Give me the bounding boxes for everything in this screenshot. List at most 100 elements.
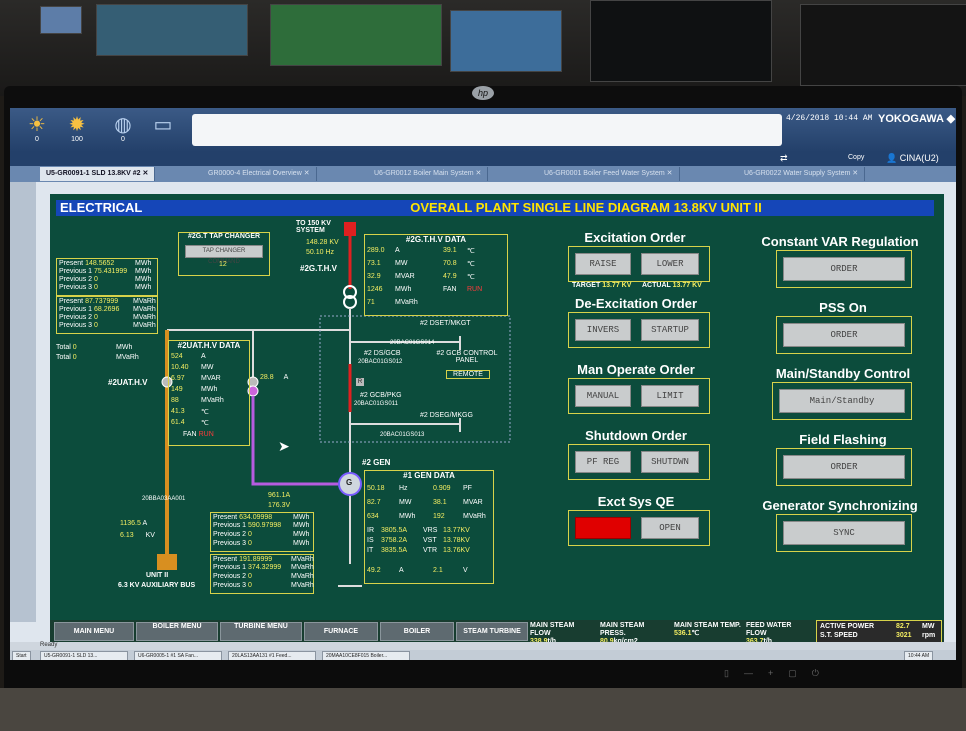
gen-energy-label: Previous 3	[213, 582, 247, 589]
status-line: Ready	[10, 642, 956, 650]
energy-value: 0	[94, 322, 98, 329]
gen-energy-unit: MWh	[293, 540, 310, 547]
gthv-value: 1246	[367, 286, 383, 293]
message-box[interactable]	[192, 114, 782, 146]
energy-label: Previous 1	[59, 268, 93, 275]
gen-energy-label: Previous 3	[213, 540, 247, 547]
uathv-unit: MW	[201, 364, 214, 371]
system-kv-unit: KV	[329, 239, 339, 246]
energy-row: Previous 1 75.431999 MWh	[59, 268, 151, 275]
sync-button[interactable]: SYNC	[783, 521, 905, 545]
main-standby-button[interactable]: Main/Standby	[779, 389, 905, 413]
energy-unit: MVaRh	[133, 298, 156, 305]
turbine-menu-button[interactable]: TURBINE MENU	[220, 622, 302, 641]
furnace-button[interactable]: FURNACE	[304, 622, 378, 641]
excitation-order-panel: RAISE LOWER	[568, 246, 710, 282]
steam-turbine-button[interactable]: STEAM TURBINE	[456, 622, 528, 641]
close-alarm-button[interactable]	[575, 517, 631, 539]
boiler-button[interactable]: BOILER	[380, 622, 454, 641]
main-menu-button[interactable]: MAIN MENU	[54, 622, 134, 641]
field-flashing-order-button[interactable]: ORDER	[783, 455, 905, 479]
total-label: Total	[56, 344, 71, 351]
tab-boiler-feed-water[interactable]: U6-GR0001 Boiler Feed Water System ✕	[538, 167, 680, 181]
startup-button[interactable]: STARTUP	[641, 319, 699, 341]
gen-phase-label: VST	[423, 537, 437, 544]
total-label: Total	[56, 354, 71, 361]
taskbar-item[interactable]: 20LAS13AA131 #1 Feed...	[228, 651, 316, 660]
invers-button[interactable]: INVERS	[575, 319, 631, 341]
tab-sld[interactable]: U5-GR0091-1 SLD 13.8KV #2 ✕	[40, 167, 156, 181]
gen-energy-row: Present 191.89999 MVaRh	[213, 556, 314, 563]
monitor-buttons-icon[interactable]: ▯ — + ▢ ⏻	[724, 668, 819, 679]
message-icon[interactable]: ▭	[148, 114, 178, 144]
main-steam-temp: MAIN STEAM TEMP. 536.1℃	[674, 622, 742, 639]
boiler-menu-button[interactable]: BOILER MENU	[136, 622, 218, 641]
tap-changer-command-button[interactable]: TAP CHANGER COMMAND	[185, 245, 263, 265]
gen-data-unit: MWh	[399, 513, 416, 520]
gen-mvarh-panel: Present 191.89999 MVaRh Previous 1 374.32…	[210, 554, 314, 594]
energy-unit: MVaRh	[133, 306, 156, 313]
gen-data-value: 2.1	[433, 567, 443, 574]
exct-sys-qe-panel: OPEN	[568, 510, 710, 546]
manual-button[interactable]: MANUAL	[575, 385, 631, 407]
energy-unit: MWh	[135, 284, 152, 291]
energy-mwh-panel: Present 148.5652 MWh Previous 1 75.431999…	[56, 258, 158, 296]
user-label[interactable]: 👤 CINA(U2)	[886, 153, 939, 164]
raise-button[interactable]: RAISE	[575, 253, 631, 275]
gen-energy-value: 0	[248, 540, 252, 547]
taskbar-item[interactable]: U6-GR0005-1 #1 SA Fan...	[134, 651, 222, 660]
gthv-row: 32.9 MVAR 47.9 ℃	[367, 273, 475, 281]
energy-row: Previous 3 0 MVaRh	[59, 322, 156, 329]
gen-energy-unit: MVaRh	[291, 564, 314, 571]
gen-data-row: 82.7 MW 38.1 MVAR	[367, 499, 483, 506]
gthv-value: 39.1	[443, 247, 457, 254]
pf-reg-button[interactable]: PF REG	[575, 451, 631, 473]
taskbar-item[interactable]: U5-GR0091-1 SLD 13...	[40, 651, 128, 660]
gthv-unit: ℃	[467, 248, 475, 255]
tab-electrical-overview[interactable]: GR0000-4 Electrical Overview ✕	[202, 167, 317, 181]
alarm-sun-icon[interactable]: ✹ 100	[62, 114, 92, 144]
energy-value: 68.2696	[94, 306, 120, 313]
energy-label: Present	[59, 260, 84, 267]
aux-current: 28.8 A	[260, 374, 288, 381]
taskbar-item[interactable]: 20MAA10CE8F015 Boiler...	[322, 651, 410, 660]
alarm-sun-icon[interactable]: ☀ 0	[22, 114, 52, 144]
energy-value: 0	[94, 284, 98, 291]
constant-var-order-button[interactable]: ORDER	[783, 257, 905, 281]
start-button[interactable]: Start	[12, 651, 31, 660]
uathv-fan-label: FAN	[183, 431, 197, 438]
gen-phase-label: IS	[367, 537, 374, 544]
limit-button[interactable]: LIMIT	[641, 385, 699, 407]
speed-unit: rpm	[922, 632, 936, 639]
copy-button[interactable]: Copy	[848, 154, 864, 161]
energy-unit: MVaRh	[133, 314, 156, 321]
tab-boiler-main[interactable]: U6-GR0012 Boiler Main System ✕	[368, 167, 489, 181]
remote-indicator[interactable]: REMOTE	[446, 370, 490, 379]
system-kv: 148.28 KV	[306, 239, 339, 246]
left-sidebar	[10, 182, 36, 622]
app-toolbar: ☀ 0 ✹ 100 ◍ 0 ▭ 4/26/2018 10:44 AM YOKOGAWA…	[10, 108, 956, 152]
active-power-label: ACTIVE POWER	[820, 623, 875, 630]
energy-value: 0	[94, 276, 98, 283]
gen-energy-row: Previous 1 590.97998 MWh	[213, 522, 309, 529]
tab-water-supply[interactable]: U6-GR0022 Water Supply System ✕	[738, 167, 866, 181]
uathv-row: 6.97 MVAR	[171, 375, 221, 382]
gen-phase-label: IT	[367, 547, 374, 554]
brand-logo: YOKOGAWA ◆	[878, 113, 956, 125]
pss-order-button[interactable]: ORDER	[783, 323, 905, 347]
uathv-row: 41.3 ℃	[171, 408, 209, 416]
gen-phase-label: VTR	[423, 547, 437, 554]
gthv-value: 289.0	[367, 247, 385, 254]
generator-sync-title: Generator Synchronizing	[762, 498, 918, 513]
operator-icon[interactable]: ◍ 0	[108, 114, 138, 144]
aux-bus-breaker[interactable]	[157, 554, 177, 570]
gthv-unit: A	[395, 247, 400, 254]
open-button[interactable]: OPEN	[641, 517, 699, 539]
shutdown-button[interactable]: SHUTDWN	[641, 451, 699, 473]
lower-button[interactable]: LOWER	[641, 253, 699, 275]
shutdown-order-panel: PF REG SHUTDWN	[568, 444, 710, 480]
link-icon[interactable]: ⇄	[780, 153, 788, 164]
gen-energy-value: 374.32999	[248, 564, 282, 571]
uathv-row: 10.40 MW	[171, 364, 213, 371]
uathv-value: 524	[171, 353, 183, 360]
